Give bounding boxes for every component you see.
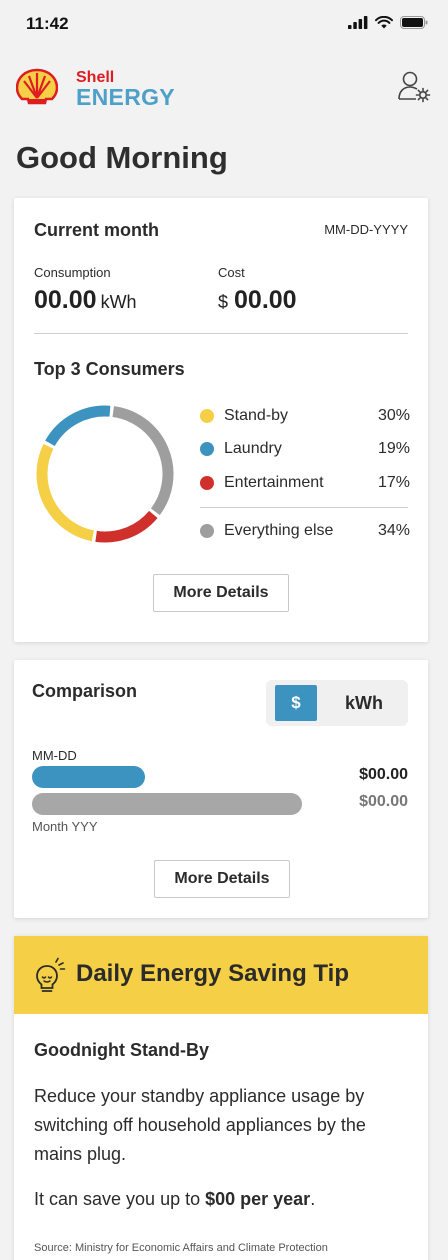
donut-slice-entertainment [95,510,158,543]
current-period-value: $00.00 [359,766,408,783]
donut-slice-everything-else [112,406,174,516]
more-details-consumption-button[interactable]: More Details [153,574,289,612]
legend-dot-entertainment [200,476,214,490]
tip-source: Source: Ministry for Economic Affairs an… [34,1242,328,1254]
battery-icon [400,16,428,29]
legend-label-standby: Stand-by [224,407,289,424]
legend-row-everything-else: Everything else 34% [200,520,410,542]
legend-row-laundry: Laundry 19% [200,438,410,460]
consumption-unit: kWh [100,292,137,312]
status-icons [348,16,428,29]
profile-settings-icon[interactable] [396,68,432,104]
legend-label-everything-else: Everything else [224,522,334,539]
current-period-bar [32,766,146,788]
legend-pct-laundry: 19% [377,440,410,457]
legend-pct-everything-else: 34% [377,522,410,539]
comparison-card: Comparison $ kWh MM-DD $00.00 $00.00 Mon… [14,660,428,918]
toggle-kwh-button[interactable]: kWh [328,685,400,721]
current-month-title: Current month [34,220,159,240]
more-details-comparison-button[interactable]: More Details [154,860,290,898]
previous-period-label: Month YYY [32,819,98,834]
legend-pct-entertainment: 17% [377,474,410,491]
wifi-icon [375,16,393,29]
tip-body: Reduce your standby appliance usage by s… [34,1086,366,1164]
cost-value: $00.00 [218,286,297,315]
legend-label-entertainment: Entertainment [224,474,324,491]
previous-period-bar [32,793,302,815]
greeting-title: Good Morning [16,140,228,175]
current-period-label: MM-DD [32,748,77,763]
energy-tip-card: Daily Energy Saving Tip Goodnight Stand-… [14,936,428,1260]
comparison-title: Comparison [32,681,138,701]
tip-savings-amount: $00 per year [205,1189,311,1209]
donut-slice-standby [36,443,95,542]
consumption-label: Consumption [34,265,111,280]
previous-period-value: $00.00 [359,793,408,810]
tip-savings: It can save you up to $00 per year. [34,1189,315,1210]
metrics-divider [34,333,408,334]
legend-dot-laundry [200,442,214,456]
cost-number: 00.00 [234,286,297,314]
brand-energy-text: ENERGY [76,84,175,110]
signal-icon [348,16,368,29]
tip-title: Daily Energy Saving Tip [76,960,349,987]
tip-savings-prefix: It can save you up to [34,1189,206,1209]
top-consumers-title: Top 3 Consumers [34,359,185,379]
status-time: 11:42 [26,14,69,33]
current-month-card: Current month MM-DD-YYYY Consumption 00.… [14,198,428,642]
consumption-value: 00.00 kWh [34,286,137,315]
brand-wordmark: Shell ENERGY [76,70,175,109]
status-bar: 11:42 [0,0,448,50]
tip-subtitle: Goodnight Stand-By [34,1040,209,1060]
legend-label-laundry: Laundry [224,440,282,457]
legend-divider [200,507,408,508]
shell-logo-icon [16,68,58,105]
toggle-dollar-button[interactable]: $ [275,685,317,721]
legend-row-entertainment: Entertainment 17% [200,472,410,494]
app-header: Shell ENERGY [16,62,432,118]
unit-toggle: $ kWh [266,680,408,726]
tip-banner: Daily Energy Saving Tip [14,936,428,1014]
legend-dot-everything-else [200,524,214,538]
consumption-number: 00.00 [34,286,97,314]
lightbulb-icon [36,957,66,992]
donut-slice-laundry [45,405,111,447]
legend-row-standby: Stand-by 30% [200,405,410,427]
legend-dot-standby [200,409,214,423]
cost-currency: $ [218,292,229,312]
tip-savings-suffix: . [310,1189,316,1209]
consumers-donut-chart [36,405,174,543]
current-month-date: MM-DD-YYYY [324,222,408,237]
cost-label: Cost [218,265,245,280]
legend-pct-standby: 30% [377,407,410,424]
